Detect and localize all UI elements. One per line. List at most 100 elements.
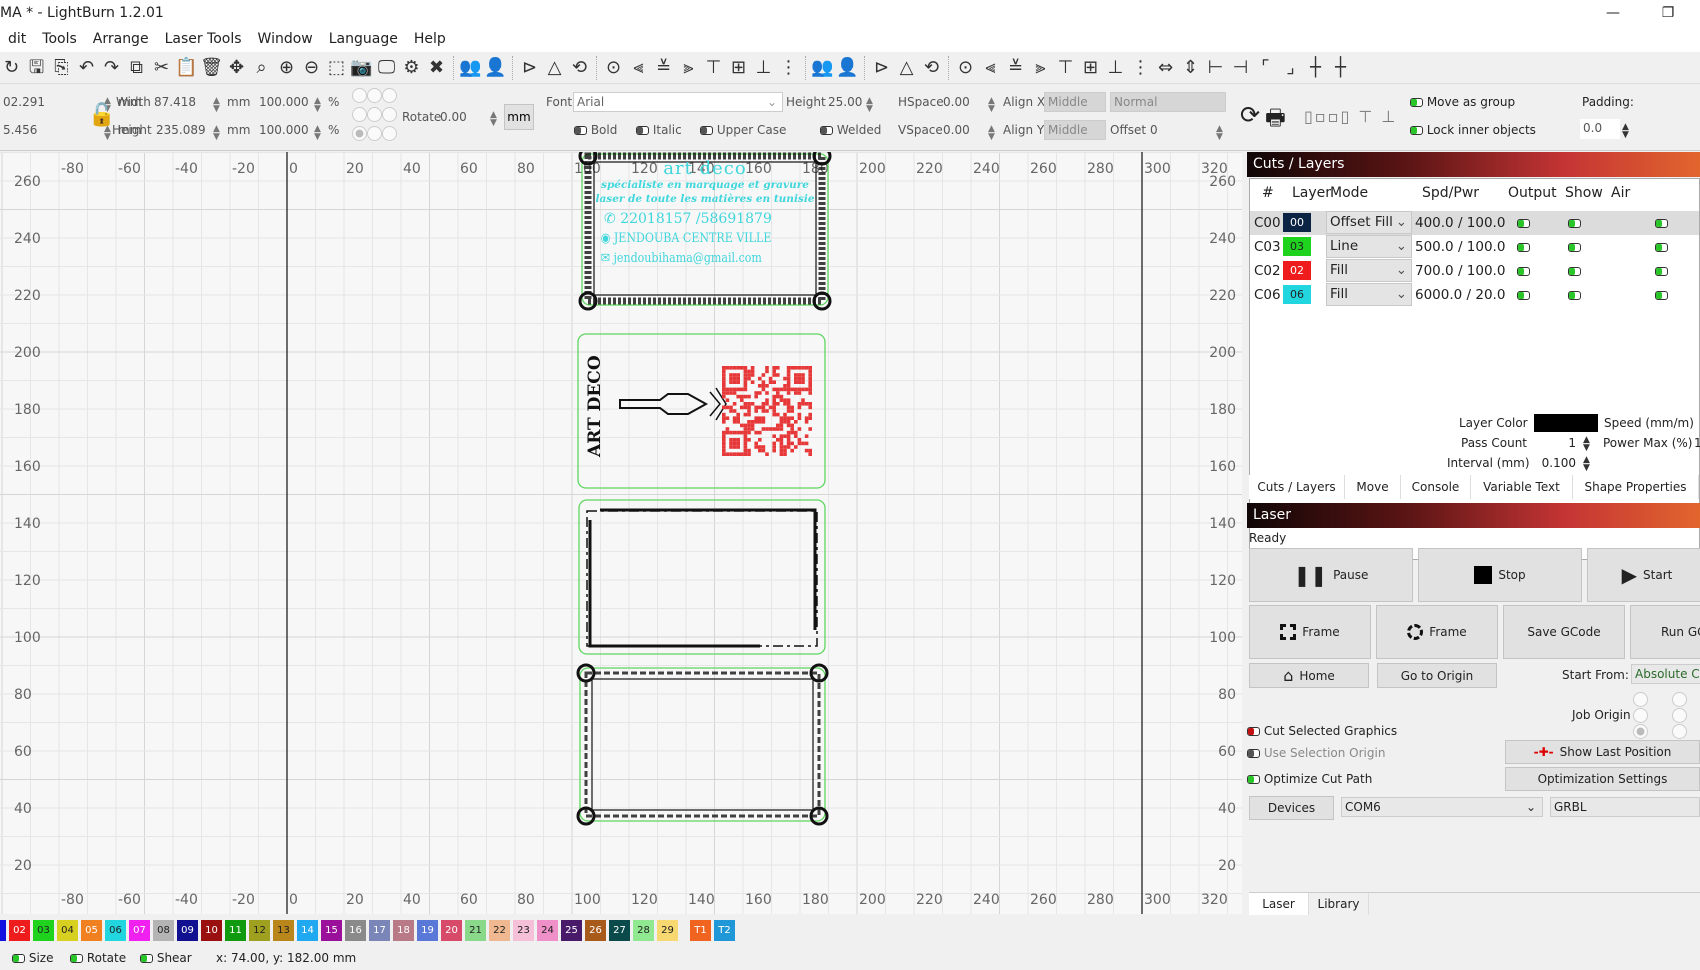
- group2-icon[interactable]: 👥: [811, 55, 834, 81]
- layer-color-badge[interactable]: 06: [1283, 285, 1311, 304]
- layer-row[interactable]: C03 03 Line ⌄ 500.0 / 100.0: [1250, 235, 1699, 259]
- layer-color-badge[interactable]: 03: [1283, 237, 1311, 256]
- align-top2-icon[interactable]: ⊤: [1054, 55, 1077, 81]
- align-right-icon[interactable]: ⫸: [677, 55, 700, 81]
- menu-laser-tools[interactable]: Laser Tools: [157, 27, 250, 52]
- devices-button[interactable]: Devices: [1249, 796, 1334, 820]
- frame-round-button[interactable]: Frame: [1376, 605, 1498, 659]
- air-toggle[interactable]: [1655, 259, 1668, 283]
- text-height-spinner[interactable]: ▲ ▼: [866, 97, 873, 114]
- palette-swatch-27[interactable]: 27: [609, 919, 630, 941]
- column-header[interactable]: Spd/Pwr: [1422, 179, 1479, 207]
- tab-laser[interactable]: Laser: [1249, 893, 1309, 915]
- palette-swatch-21[interactable]: 21: [465, 919, 486, 941]
- pass-count-field[interactable]: 1: [1535, 434, 1579, 452]
- air-toggle[interactable]: [1655, 283, 1668, 307]
- bold-toggle[interactable]: Bold: [574, 123, 617, 137]
- mode-select[interactable]: Fill ⌄: [1326, 283, 1412, 306]
- menu-dit[interactable]: dit: [0, 27, 34, 52]
- output-toggle[interactable]: [1517, 211, 1530, 235]
- welded-toggle[interactable]: Welded: [820, 123, 881, 137]
- show-toggle[interactable]: [1568, 235, 1581, 259]
- palette-swatch-17[interactable]: 17: [369, 919, 390, 941]
- rotate-field[interactable]: 0.00: [440, 110, 467, 124]
- anchor-radio[interactable]: [382, 126, 397, 141]
- column-header[interactable]: #: [1262, 179, 1274, 207]
- device-select[interactable]: GRBL: [1550, 797, 1700, 817]
- job-origin-bottom-left[interactable]: [1633, 724, 1648, 739]
- center-icon[interactable]: ⊙: [602, 55, 625, 81]
- palette-swatch-16[interactable]: 16: [345, 919, 366, 941]
- layer-row[interactable]: C02 02 Fill ⌄ 700.0 / 100.0: [1250, 259, 1699, 283]
- interval-field[interactable]: 0.100: [1535, 454, 1579, 472]
- open-icon[interactable]: ↻: [0, 55, 23, 81]
- array-tools-icon[interactable]: ▯▫▫▯ ⊤ ⊥: [1304, 107, 1397, 126]
- vspace-field[interactable]: 0.00: [943, 123, 970, 137]
- palette-swatch-26[interactable]: 26: [585, 919, 606, 941]
- width-spinner[interactable]: ▲ ▼: [213, 97, 220, 114]
- palette-swatch-25[interactable]: 25: [561, 919, 582, 941]
- cross-icon[interactable]: ┼: [1304, 55, 1327, 81]
- anchor-radio[interactable]: [367, 126, 382, 141]
- pause-button[interactable]: ❚❚ Pause: [1249, 548, 1413, 602]
- palette-swatch-18[interactable]: 18: [393, 919, 414, 941]
- palette-swatch-01[interactable]: [0, 919, 6, 941]
- palette-swatch-11[interactable]: 11: [225, 919, 246, 941]
- rotate-spinner[interactable]: ▲ ▼: [490, 111, 497, 128]
- run-gcode-button[interactable]: Run GC: [1630, 605, 1700, 659]
- print-cut-icon[interactable]: 🖶: [1265, 101, 1286, 139]
- align-right2-icon[interactable]: ⫸: [1029, 55, 1052, 81]
- job-origin-top-left[interactable]: [1633, 692, 1648, 707]
- size-toggle[interactable]: Size: [12, 946, 53, 970]
- palette-swatch-28[interactable]: 28: [633, 919, 654, 941]
- speed-power-value[interactable]: 500.0 / 100.0: [1415, 235, 1505, 259]
- tools-icon[interactable]: ✖: [425, 55, 448, 81]
- units-button[interactable]: mm: [504, 104, 534, 130]
- cut-selected-graphics-toggle[interactable]: Cut Selected Graphics: [1247, 724, 1397, 738]
- palette-swatch-15[interactable]: 15: [321, 919, 342, 941]
- shear-toggle[interactable]: Shear: [140, 946, 192, 970]
- frame-rect-button[interactable]: Frame: [1249, 605, 1371, 659]
- menu-tools[interactable]: Tools: [34, 27, 85, 52]
- camera-icon[interactable]: 📷: [350, 55, 373, 81]
- paste-icon[interactable]: 📋: [175, 55, 198, 81]
- group-icon[interactable]: 👥: [459, 55, 482, 81]
- delete-icon[interactable]: 🗑: [200, 55, 223, 81]
- tab-move[interactable]: Move: [1345, 475, 1401, 499]
- column-header[interactable]: Air: [1611, 179, 1630, 207]
- vspace-spinner[interactable]: ▲ ▼: [988, 125, 995, 142]
- mirror-v-icon[interactable]: △: [543, 55, 566, 81]
- menu-arrange[interactable]: Arrange: [85, 27, 157, 52]
- align-hcenter2-icon[interactable]: ≚: [1004, 55, 1027, 81]
- output-toggle[interactable]: [1517, 259, 1530, 283]
- menu-window[interactable]: Window: [250, 27, 321, 52]
- offset-spinner[interactable]: ▲ ▼: [1216, 125, 1223, 142]
- zoom-selection-icon[interactable]: ⌕: [250, 55, 273, 81]
- menu-help[interactable]: Help: [406, 27, 454, 52]
- zoom-out-icon[interactable]: ⊖: [300, 55, 323, 81]
- show-toggle[interactable]: [1568, 211, 1581, 235]
- column-header[interactable]: Layer: [1292, 179, 1331, 207]
- palette-swatch-03[interactable]: 03: [33, 919, 54, 941]
- show-toggle[interactable]: [1568, 259, 1581, 283]
- anchor-radio[interactable]: [367, 88, 382, 103]
- home-button[interactable]: ⌂ Home: [1249, 663, 1369, 688]
- layer-color-swatch[interactable]: [1534, 414, 1598, 432]
- palette-swatch-29[interactable]: 29: [657, 919, 678, 941]
- monitor-icon[interactable]: 🖵: [375, 55, 398, 81]
- menu-language[interactable]: Language: [321, 27, 406, 52]
- align-top-icon[interactable]: ⊤: [702, 55, 725, 81]
- align-vcenter-icon[interactable]: ⊞: [727, 55, 750, 81]
- width-field[interactable]: 87.418: [154, 95, 196, 109]
- cross2-icon[interactable]: ┼: [1329, 55, 1352, 81]
- height-field[interactable]: 235.089: [156, 123, 206, 137]
- save-gcode-button[interactable]: Save GCode: [1503, 605, 1625, 659]
- text-height-field[interactable]: 25.00: [828, 95, 862, 109]
- stop-button[interactable]: Stop: [1418, 548, 1582, 602]
- font-select[interactable]: Arial ⌄: [573, 92, 783, 112]
- align-hcenter-icon[interactable]: ≚: [652, 55, 675, 81]
- start-button[interactable]: ▶ Start: [1587, 548, 1700, 602]
- corner-br-icon[interactable]: ⌟: [1279, 55, 1302, 81]
- port-select[interactable]: COM6 ⌄: [1341, 797, 1543, 817]
- ungroup-icon[interactable]: 👤: [484, 55, 507, 81]
